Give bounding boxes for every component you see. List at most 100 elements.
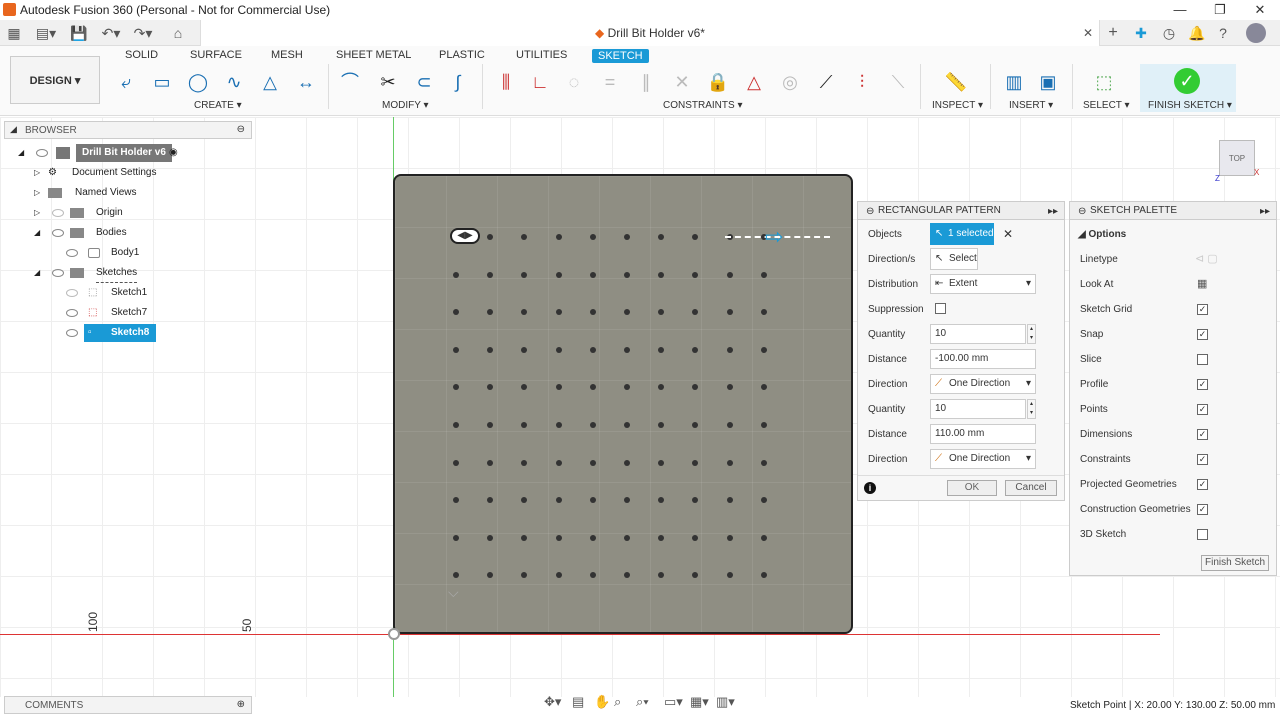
sketch-point[interactable]	[521, 459, 528, 466]
distance1-input[interactable]: -100.00 mm	[930, 349, 1036, 369]
close-window-icon[interactable]: ✕	[1240, 0, 1280, 20]
file-menu-icon[interactable]: ▤▾	[32, 23, 60, 43]
eye-icon[interactable]	[66, 249, 78, 257]
sketch-point[interactable]	[487, 422, 494, 428]
sketch-point[interactable]	[760, 534, 767, 541]
origin-point[interactable]	[388, 628, 400, 640]
comments-panel-header[interactable]: COMMENTS ⊕	[4, 696, 252, 714]
palette-option-checkbox[interactable]: ✓	[1197, 454, 1208, 465]
close-tab-icon[interactable]: ✕	[1083, 20, 1093, 46]
dialog-header[interactable]: ⊖ RECTANGULAR PATTERN ▸▸	[858, 202, 1064, 220]
sketch-point[interactable]	[521, 271, 528, 278]
look-at-nav-icon[interactable]: ▤	[572, 694, 584, 710]
sketch-point[interactable]	[487, 309, 494, 316]
undo-icon[interactable]: ↶▾	[98, 23, 124, 43]
sketch-point[interactable]	[658, 309, 665, 316]
quantity2-input[interactable]: 10	[930, 399, 1026, 419]
body-plate[interactable]: ◀▶ ⇨ ⌵	[393, 174, 853, 634]
select-tool-icon[interactable]: ⬚	[1090, 68, 1118, 96]
distribution-dropdown[interactable]: ⇤ Extent ▾	[930, 274, 1036, 294]
quantity1-stepper[interactable]: ▴ ▾	[1027, 324, 1036, 344]
tab-mesh[interactable]: MESH	[271, 49, 303, 61]
design-workspace-button[interactable]: DESIGN ▾	[10, 56, 100, 104]
offset-tool-icon[interactable]: ⊂	[410, 68, 438, 96]
zoom-icon[interactable]: ⌕	[614, 694, 621, 710]
sketch-point[interactable]	[692, 384, 699, 391]
sketch-point[interactable]	[726, 497, 733, 504]
sketch-point[interactable]	[555, 384, 562, 391]
expand-icon[interactable]: ◢	[18, 148, 24, 157]
display-settings-icon[interactable]: ▭▾	[664, 694, 683, 710]
avatar[interactable]	[1246, 23, 1266, 43]
document-tab[interactable]: ◆ Drill Bit Holder v6* ✕	[200, 20, 1100, 46]
trim-tool-icon[interactable]: ✂	[374, 68, 402, 96]
tab-sketch[interactable]: SKETCH	[592, 49, 649, 63]
browser-item-root[interactable]: ◢ Drill Bit Holder v6 ◉	[18, 144, 178, 162]
inspect-menu[interactable]: INSPECT ▾	[932, 100, 983, 111]
parallel-constraint-icon[interactable]: ∥	[632, 68, 660, 96]
palette-option-checkbox[interactable]: ✓	[1197, 379, 1208, 390]
view-cube[interactable]: TOP	[1219, 140, 1255, 176]
palette-option-checkbox[interactable]: ✓	[1197, 329, 1208, 340]
sketch-point[interactable]	[692, 346, 699, 353]
sketch-point[interactable]	[658, 271, 665, 278]
sketch-point[interactable]	[726, 309, 733, 316]
sketch-point[interactable]	[658, 459, 665, 466]
new-tab-icon[interactable]: +	[1104, 23, 1122, 43]
sketch-point[interactable]	[453, 271, 459, 278]
save-icon[interactable]: 💾	[70, 23, 88, 43]
eye-hidden-icon[interactable]	[52, 209, 64, 217]
finish-sketch-button[interactable]: ✓ FINISH SKETCH ▾	[1140, 64, 1236, 112]
sketch-point[interactable]	[589, 309, 596, 316]
sketch-point[interactable]	[760, 384, 767, 391]
ok-button[interactable]: OK	[947, 480, 997, 496]
maximize-icon[interactable]: ❐	[1200, 0, 1240, 20]
equal-constraint-icon[interactable]: =	[596, 68, 624, 96]
palette-header[interactable]: ⊖ SKETCH PALETTE ▸▸	[1070, 202, 1276, 220]
sketch-point[interactable]	[692, 572, 699, 579]
sketch-point[interactable]	[453, 422, 459, 428]
sketch-point[interactable]	[624, 384, 630, 391]
sketch-point[interactable]	[453, 459, 459, 466]
pan-icon[interactable]: ✋	[594, 694, 610, 710]
sketch-point[interactable]	[521, 534, 528, 541]
sketch-point[interactable]	[589, 271, 596, 278]
finish-sketch-palette-button[interactable]: Finish Sketch	[1201, 555, 1269, 571]
sketch-point[interactable]	[521, 572, 528, 579]
sketch-point[interactable]	[555, 271, 562, 278]
palette-option-checkbox[interactable]: ✓	[1197, 404, 1208, 415]
options-section[interactable]: ◢ Options	[1078, 229, 1126, 240]
tab-plastic[interactable]: PLASTIC	[439, 49, 485, 61]
sketch-point[interactable]	[624, 459, 630, 466]
sketch-point[interactable]	[624, 234, 630, 240]
sketch-point[interactable]	[521, 422, 528, 428]
sketch-point[interactable]	[624, 422, 630, 428]
sketch-point[interactable]	[521, 384, 528, 391]
eye-hidden-icon[interactable]	[66, 289, 78, 297]
sketch-point[interactable]	[692, 497, 699, 504]
collinear-constraint-icon[interactable]: ✕	[668, 68, 696, 96]
circle-tool-icon[interactable]: ◯	[184, 68, 212, 96]
fix-constraint-icon[interactable]: 🔒	[704, 68, 732, 96]
create-menu[interactable]: CREATE ▾	[194, 100, 242, 111]
sketch-point[interactable]	[624, 271, 630, 278]
sketch-point[interactable]	[589, 497, 596, 504]
expand-palette-icon[interactable]: ▸▸	[1260, 203, 1270, 221]
tab-sheet-metal[interactable]: SHEET METAL	[336, 49, 411, 61]
constraints-menu[interactable]: CONSTRAINTS ▾	[663, 100, 742, 111]
sketch-point[interactable]	[658, 384, 665, 391]
apps-grid-icon[interactable]: ▦	[4, 23, 24, 43]
curve-tool-icon[interactable]: ∫	[444, 68, 472, 96]
symmetry-constraint-icon[interactable]: ⫶	[848, 68, 876, 96]
sketch-point[interactable]	[692, 234, 699, 240]
expand-icon[interactable]: ▷	[34, 188, 40, 197]
sketch-point[interactable]	[453, 534, 459, 541]
minimize-icon[interactable]: —	[1160, 0, 1200, 20]
eye-icon[interactable]	[66, 329, 78, 337]
sketch-point[interactable]	[624, 309, 630, 316]
sketch-point[interactable]	[692, 309, 699, 316]
eye-icon[interactable]	[66, 309, 78, 317]
concentric-constraint-icon[interactable]: ◎	[776, 68, 804, 96]
sketch-point[interactable]	[760, 271, 767, 278]
triangle-constraint-icon[interactable]: △	[740, 68, 768, 96]
